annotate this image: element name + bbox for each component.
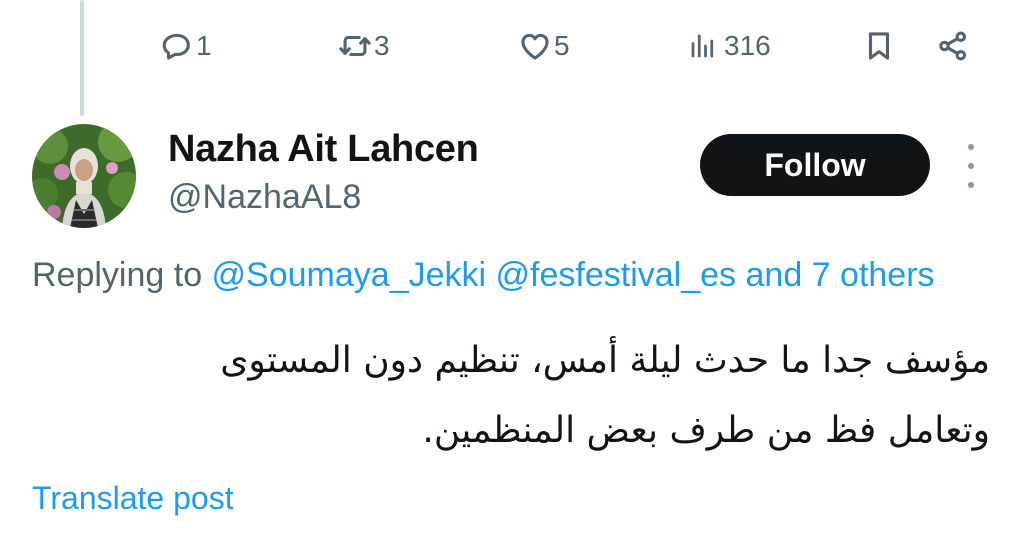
bookmark-icon [868,32,890,60]
views-button[interactable]: 316 [688,22,771,70]
replying-to-prefix: Replying to [32,256,212,294]
more-dot-icon [968,163,974,169]
post-text: مؤسف جدا ما حدث ليلة أمس، تنظيم دون المس… [90,326,990,466]
views-count: 316 [724,30,771,61]
mention-link[interactable]: @Soumaya_Jekki [212,256,487,294]
share-icon [939,31,967,61]
repost-button[interactable]: 3 [338,22,390,70]
reply-button[interactable]: 1 [160,22,212,70]
more-dot-icon [968,182,974,188]
avatar[interactable] [32,124,136,228]
repost-count: 3 [374,30,390,61]
others-link[interactable]: and 7 others [746,256,935,294]
like-button[interactable]: 5 [518,22,570,70]
reply-icon [162,33,190,60]
translate-post-link[interactable]: Translate post [32,480,234,517]
author-handle[interactable]: @NazhaAL8 [168,178,361,217]
post-line: وتعامل فظ من طرف بعض المنظمين. [422,410,990,451]
more-dot-icon [968,144,974,150]
reply-count: 1 [196,30,212,61]
author-name[interactable]: Nazha Ait Lahcen [168,128,479,171]
repost-icon [339,35,371,57]
avatar-photo [32,124,136,228]
bookmark-button[interactable] [862,22,896,70]
like-count: 5 [554,30,570,61]
share-button[interactable] [936,22,970,70]
action-bar: 1 3 5 316 [0,22,1024,70]
views-icon [691,34,714,58]
mention-link[interactable]: @fesfestival_es [496,256,737,294]
like-icon [521,33,549,60]
follow-button[interactable]: Follow [700,134,930,196]
post-line: مؤسف جدا ما حدث ليلة أمس، تنظيم دون المس… [220,340,990,381]
replying-to: Replying to @Soumaya_Jekki @fesfestival_… [32,256,935,295]
more-options-button[interactable] [956,144,986,188]
